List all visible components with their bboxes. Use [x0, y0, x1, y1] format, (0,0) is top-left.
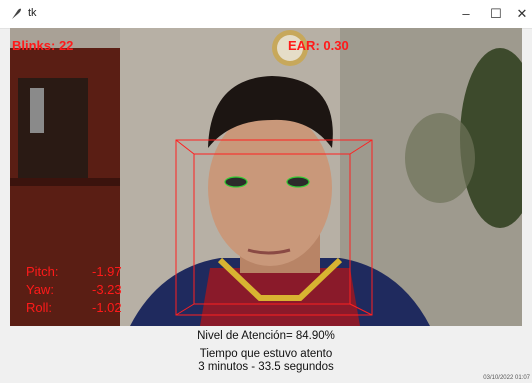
- roll-label: Roll:: [26, 300, 53, 315]
- blinks-counter: Blinks: 22: [12, 38, 74, 53]
- taskbar-datetime: 03/10/2022 01:07: [483, 375, 530, 381]
- maximize-button[interactable]: ☐: [482, 4, 510, 24]
- yaw-value: -3.23: [92, 282, 122, 297]
- feather-icon: [12, 8, 21, 19]
- camera-scene: [10, 28, 522, 326]
- window-titlebar: tk – ☐ ✕: [0, 0, 532, 29]
- attention-level: Nivel de Atención= 84.90%: [197, 330, 335, 342]
- attentive-time-label: Tiempo que estuvo atento: [199, 348, 333, 360]
- minimize-button[interactable]: –: [452, 4, 480, 24]
- attentive-time-value: 3 minutos - 33.5 segundos: [198, 361, 334, 373]
- roll-value: -1.02: [92, 300, 122, 315]
- camera-feed: Blinks: 22 EAR: 0.30 Pitch: -1.97 Yaw: -…: [10, 28, 522, 326]
- pitch-value: -1.97: [92, 264, 122, 279]
- close-button[interactable]: ✕: [508, 4, 532, 24]
- pitch-label: Pitch:: [26, 264, 59, 279]
- window-title: tk: [28, 7, 37, 19]
- yaw-label: Yaw:: [26, 282, 54, 297]
- ear-value: EAR: 0.30: [288, 38, 349, 53]
